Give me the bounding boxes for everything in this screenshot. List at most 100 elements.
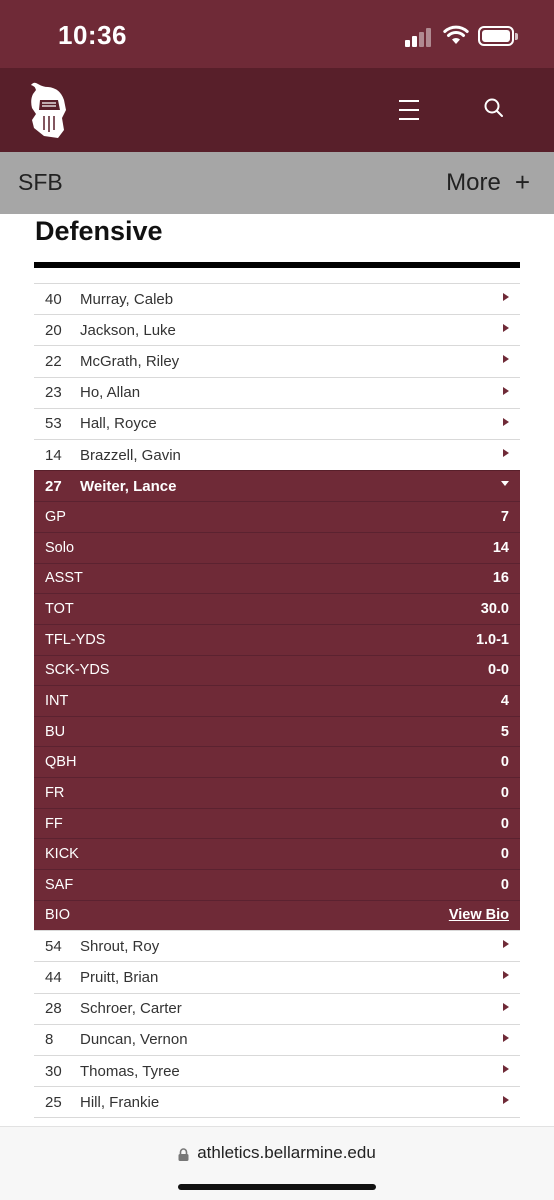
player-name: Duncan, Vernon <box>80 1031 188 1049</box>
stat-row: Solo 14 <box>34 531 520 563</box>
stat-label: Solo <box>45 539 75 556</box>
stat-value: 14 <box>492 539 509 556</box>
stat-row: TFL-YDS 1.0-1 <box>34 623 520 655</box>
stat-row: FR 0 <box>34 777 520 808</box>
more-label: More <box>446 168 501 196</box>
player-name: Pruitt, Brian <box>80 969 159 987</box>
heading-divider <box>34 262 520 268</box>
player-name: Murray, Caleb <box>80 290 174 308</box>
player-name: Ho, Allan <box>80 384 141 402</box>
sport-title: SFB <box>18 169 63 195</box>
player-row[interactable]: 54 Shrout, Roy <box>34 930 520 961</box>
player-row[interactable]: 28 Schroer, Carter <box>34 992 520 1024</box>
stat-row-bio: BIO View Bio <box>34 899 520 931</box>
view-bio-link[interactable]: View Bio <box>449 907 509 923</box>
stat-value: 5 <box>500 723 509 740</box>
player-number: 20 <box>45 321 62 339</box>
player-row[interactable]: 44 Pruitt, Brian <box>34 961 520 992</box>
chevron-right-icon <box>503 324 509 333</box>
stat-row: ASST 16 <box>34 562 520 594</box>
player-row[interactable]: 25 Hill, Frankie <box>34 1086 520 1117</box>
player-row[interactable]: 20 Jackson, Luke <box>34 314 520 345</box>
chevron-right-icon <box>503 417 509 426</box>
knight-helmet-icon[interactable] <box>24 80 70 140</box>
stat-label: BIO <box>45 907 70 924</box>
player-row[interactable]: 8 Duncan, Vernon <box>34 1023 520 1055</box>
player-name: Brazzell, Gavin <box>80 446 181 464</box>
menu-button[interactable] <box>394 96 424 124</box>
stat-value: 0 <box>500 784 509 801</box>
battery-icon <box>478 26 518 46</box>
player-name: Weiter, Lance <box>80 477 177 495</box>
player-name: McGrath, Riley <box>80 352 180 370</box>
stat-label: SCK-YDS <box>45 662 110 679</box>
stat-value: 0 <box>500 846 509 863</box>
stat-label: TOT <box>45 601 74 618</box>
player-number: 54 <box>45 937 62 955</box>
stat-label: ASST <box>45 570 83 587</box>
player-name: Shrout, Roy <box>80 937 160 955</box>
player-stats: GP 7 Solo 14 ASST 16 TOT 30.0 TFL-YDS 1.0-1 SCK-YD… <box>34 501 520 900</box>
stat-label: QBH <box>45 754 77 771</box>
stat-value: 30.0 <box>480 601 509 618</box>
player-row[interactable]: 40 Murray, Caleb <box>34 283 520 314</box>
player-name: Jackson, Luke <box>80 321 176 339</box>
site-header <box>0 68 554 152</box>
player-number: 8 <box>45 1031 54 1049</box>
stat-value: 1.0-1 <box>475 631 509 648</box>
player-number: 40 <box>45 290 62 308</box>
player-row[interactable]: 23 Ho, Allan <box>34 376 520 408</box>
chevron-right-icon <box>503 448 509 457</box>
player-row[interactable]: 14 Brazzell, Gavin <box>34 438 520 470</box>
player-number: 28 <box>45 1000 62 1018</box>
stat-label: GP <box>45 509 66 526</box>
stat-row: BU 5 <box>34 715 520 747</box>
player-name: Thomas, Tyree <box>80 1062 180 1080</box>
roster-list: 40 Murray, Caleb 20 Jackson, Luke 22 McGrath,… <box>34 283 520 1119</box>
stat-row: INT 4 <box>34 685 520 716</box>
player-number: 14 <box>45 446 62 464</box>
expanded-player-row[interactable]: 27 Weiter, Lance <box>34 470 520 502</box>
stat-value: 4 <box>500 692 509 709</box>
player-number: 22 <box>45 352 62 370</box>
chevron-right-icon <box>503 386 509 395</box>
stat-row: SAF 0 <box>34 869 520 900</box>
search-icon[interactable] <box>480 94 508 122</box>
stat-label: FF <box>45 815 63 832</box>
plus-icon: + <box>514 167 530 197</box>
player-row[interactable]: 53 Hall, Royce <box>34 407 520 439</box>
list-end-divider <box>34 1117 520 1119</box>
stat-label: SAF <box>45 876 74 893</box>
address-bar[interactable]: athletics.bellarmine.edu <box>0 1143 554 1163</box>
player-number: 44 <box>45 969 62 987</box>
player-row[interactable]: 30 Thomas, Tyree <box>34 1055 520 1086</box>
stat-value: 16 <box>492 570 509 587</box>
stat-value: 0 <box>500 815 509 832</box>
stat-row: FF 0 <box>34 807 520 839</box>
player-name: Schroer, Carter <box>80 1000 182 1018</box>
stat-row: SCK-YDS 0-0 <box>34 654 520 686</box>
stat-value: 0 <box>500 754 509 771</box>
chevron-right-icon <box>503 293 509 301</box>
cellular-signal-icon <box>405 27 435 47</box>
player-number: 23 <box>45 384 62 402</box>
player-number: 27 <box>45 477 62 495</box>
chevron-right-icon <box>503 1065 509 1074</box>
stat-label: INT <box>45 692 69 709</box>
stat-row: GP 7 <box>34 501 520 532</box>
wifi-icon <box>443 25 469 44</box>
url-text: athletics.bellarmine.edu <box>197 1143 376 1162</box>
chevron-down-icon <box>501 481 509 487</box>
player-row[interactable]: 22 McGrath, Riley <box>34 345 520 376</box>
stat-row: KICK 0 <box>34 838 520 869</box>
stat-row: QBH 0 <box>34 746 520 777</box>
section-heading: Defensive <box>35 216 163 246</box>
home-indicator[interactable] <box>178 1184 376 1190</box>
stat-label: BU <box>45 723 66 740</box>
player-name: Hill, Frankie <box>80 1093 160 1111</box>
chevron-right-icon <box>503 1002 509 1011</box>
chevron-right-icon <box>503 940 509 949</box>
more-button[interactable]: More + <box>446 167 530 198</box>
player-name: Hall, Royce <box>80 415 157 433</box>
chevron-right-icon <box>503 1033 509 1042</box>
